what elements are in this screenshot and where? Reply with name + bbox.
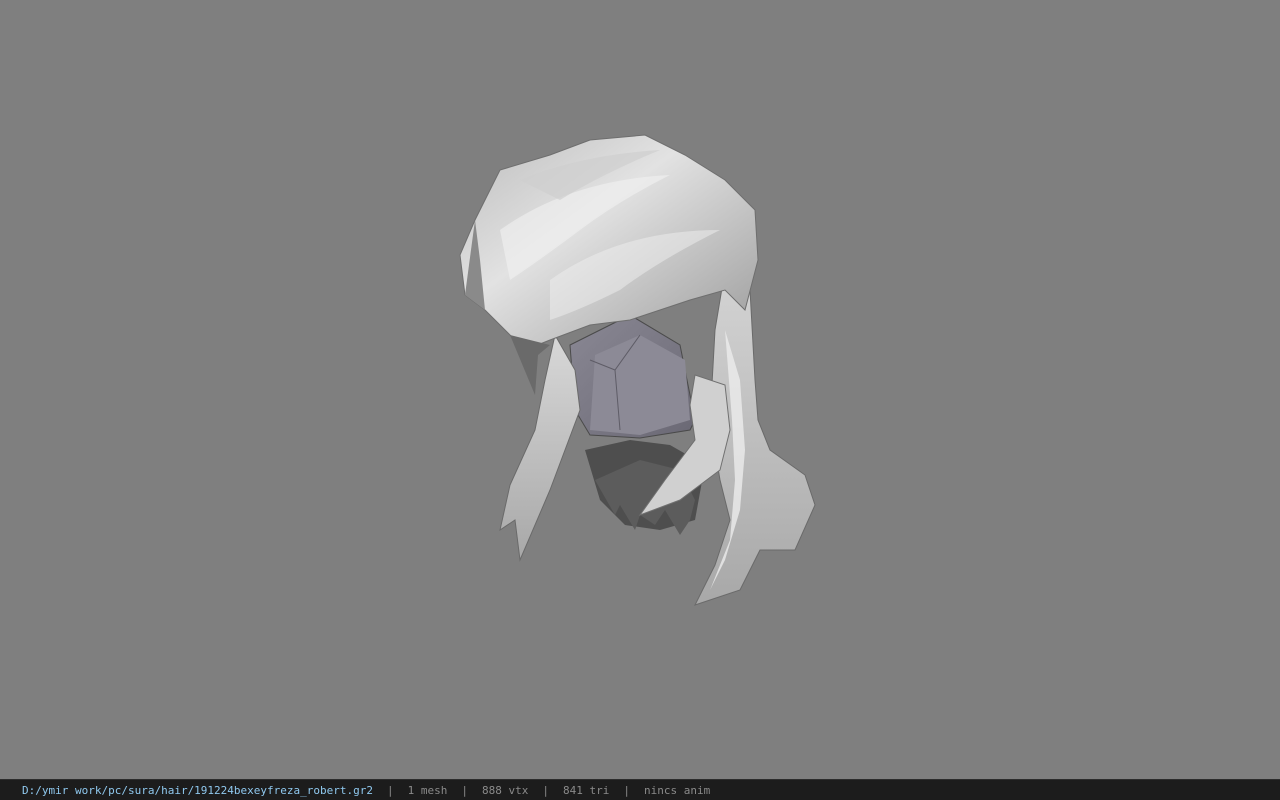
file-path: D:/ymir work/pc/sura/hair/191224bexeyfre… <box>22 783 373 797</box>
hair-model[interactable] <box>440 120 840 620</box>
animation-status: nincs anim <box>643 783 711 797</box>
mesh-count: 1 mesh <box>407 783 448 797</box>
vertex-count: 888 vtx <box>482 783 529 797</box>
separator: | <box>387 783 394 797</box>
separator: | <box>461 783 468 797</box>
separator: | <box>542 783 549 797</box>
status-bar: D:/ymir work/pc/sura/hair/191224bexeyfre… <box>0 779 1280 800</box>
separator: | <box>623 783 630 797</box>
triangle-count: 841 tri <box>562 783 610 797</box>
hair-strand-left <box>499 333 581 562</box>
3d-viewport[interactable] <box>0 0 1280 779</box>
